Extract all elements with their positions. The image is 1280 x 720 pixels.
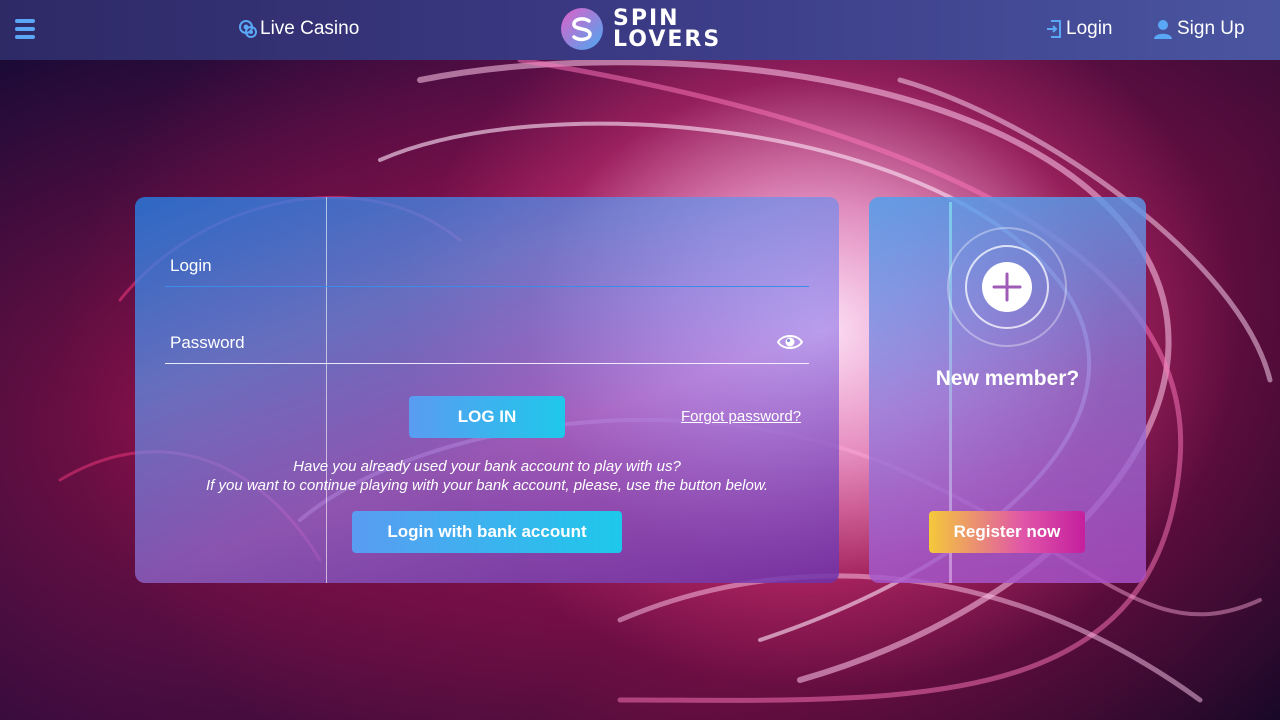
- user-icon: [1154, 20, 1172, 39]
- register-card: New member? Register now: [869, 197, 1146, 583]
- hamburger-icon[interactable]: [15, 19, 35, 41]
- login-with-bank-button[interactable]: Login with bank account: [352, 511, 622, 553]
- bank-note-line-1: Have you already used your bank account …: [293, 458, 681, 475]
- login-card: Login Password LOG IN Forgot password? H…: [135, 197, 839, 583]
- login-input[interactable]: [330, 247, 770, 287]
- register-now-button[interactable]: Register now: [929, 511, 1085, 553]
- forgot-password-link[interactable]: Forgot password?: [681, 408, 801, 425]
- nav-login-label: Login: [1066, 18, 1113, 39]
- eye-icon[interactable]: [777, 332, 803, 352]
- nav-login[interactable]: Login: [1046, 18, 1113, 40]
- password-field-label: Password: [170, 333, 245, 352]
- password-input[interactable]: [330, 324, 770, 364]
- nav-live-casino-label: Live Casino: [260, 18, 360, 39]
- nav-signup-label: Sign Up: [1177, 18, 1245, 39]
- new-member-title: New member?: [935, 367, 1080, 390]
- top-navigation-bar: Live Casino SPIN LOVERS Login Sign Up: [0, 0, 1280, 60]
- plus-icon[interactable]: [982, 262, 1032, 312]
- spin-lovers-logo-mark: [561, 8, 603, 50]
- logo-wordmark: SPIN LOVERS: [613, 6, 722, 52]
- logo-line-1: SPIN: [613, 6, 680, 31]
- spin-lovers-logo[interactable]: SPIN LOVERS: [561, 6, 722, 52]
- nav-signup[interactable]: Sign Up: [1153, 18, 1245, 40]
- password-field: Password: [165, 324, 809, 364]
- nav-live-casino[interactable]: Live Casino: [238, 18, 359, 40]
- login-field: Login: [165, 247, 809, 287]
- chips-icon: [239, 20, 257, 38]
- logo-line-2: LOVERS: [613, 27, 722, 52]
- login-field-label: Login: [170, 256, 212, 275]
- log-in-button[interactable]: LOG IN: [409, 396, 565, 438]
- bank-note-line-2: If you want to continue playing with you…: [205, 477, 769, 494]
- login-door-icon: [1047, 20, 1061, 38]
